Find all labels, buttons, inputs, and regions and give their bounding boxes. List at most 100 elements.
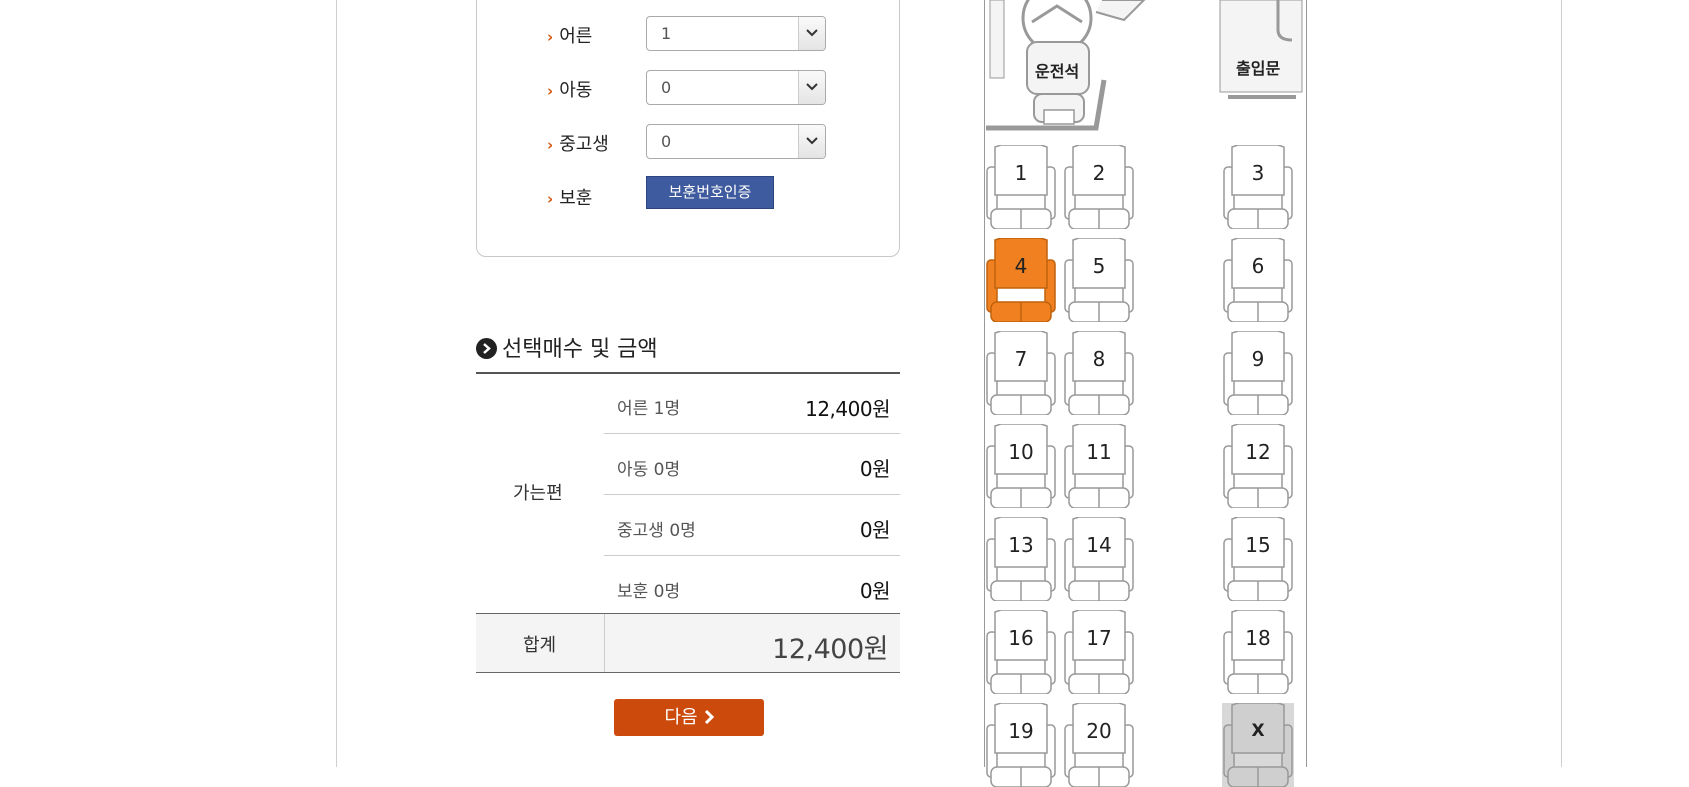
seat-number: 13 xyxy=(1008,533,1034,557)
door-icon xyxy=(1219,0,1303,99)
row-divider xyxy=(604,433,900,434)
seat-number: 17 xyxy=(1086,626,1112,650)
seat-14[interactable]: 14 xyxy=(1063,517,1135,601)
seat-2[interactable]: 2 xyxy=(1063,145,1135,229)
seat-number: 15 xyxy=(1245,533,1271,557)
fare-row-name: 중고생 0명 xyxy=(617,521,696,541)
seat-icon xyxy=(1064,610,1134,694)
chevron-right-icon xyxy=(704,709,714,725)
seat-icon xyxy=(986,517,1056,601)
next-button-label: 다음 xyxy=(664,707,698,728)
seat-number: 14 xyxy=(1086,533,1112,557)
seat-20[interactable]: 20 xyxy=(1063,703,1135,787)
seat-10[interactable]: 10 xyxy=(985,424,1057,508)
fare-row-name: 어른 1명 xyxy=(617,399,681,419)
fare-row-amount: 0원 xyxy=(859,518,891,542)
seat-number: 3 xyxy=(1251,161,1265,185)
seat-icon xyxy=(1223,517,1293,601)
seat-icon xyxy=(1223,424,1293,508)
seat-12[interactable]: 12 xyxy=(1222,424,1294,508)
adult-count-select[interactable]: 1 xyxy=(646,16,826,51)
seat-5[interactable]: 5 xyxy=(1063,238,1135,322)
adult-label: › 어른 xyxy=(547,26,593,47)
child-count-value: 0 xyxy=(661,78,672,97)
student-count-value: 0 xyxy=(661,132,672,151)
seat-16[interactable]: 16 xyxy=(985,610,1057,694)
seat-3[interactable]: 3 xyxy=(1222,145,1294,229)
fare-row-amount: 0원 xyxy=(859,579,891,603)
seat-8[interactable]: 8 xyxy=(1063,331,1135,415)
seat-icon xyxy=(986,610,1056,694)
seat-number: 11 xyxy=(1086,440,1112,464)
seat-icon xyxy=(1223,145,1293,229)
seat-number: 18 xyxy=(1245,626,1271,650)
seat-icon xyxy=(986,331,1056,415)
chevron-down-icon[interactable] xyxy=(798,71,825,104)
page-right-border xyxy=(1561,0,1562,767)
fare-row-name: 아동 0명 xyxy=(617,460,681,480)
row-divider xyxy=(604,555,900,556)
fare-row-amount: 12,400원 xyxy=(805,397,890,421)
seat-9[interactable]: 9 xyxy=(1222,331,1294,415)
seat-number: 4 xyxy=(1014,254,1028,278)
direction-label: 가는편 xyxy=(513,483,563,504)
seat-number: 10 xyxy=(1008,440,1034,464)
seat-number: 8 xyxy=(1092,347,1106,371)
veteran-label: › 보훈 xyxy=(547,188,593,209)
seat-number: 12 xyxy=(1245,440,1271,464)
seat-unavailable: X xyxy=(1222,703,1294,787)
seat-19[interactable]: 19 xyxy=(985,703,1057,787)
total-bottom-rule xyxy=(476,672,900,673)
seat-number: 2 xyxy=(1092,161,1106,185)
seat-7[interactable]: 7 xyxy=(985,331,1057,415)
chevron-down-icon[interactable] xyxy=(798,17,825,50)
seat-number: 1 xyxy=(1014,161,1028,185)
next-button[interactable]: 다음 xyxy=(614,699,764,736)
chevron-down-icon[interactable] xyxy=(798,125,825,158)
seat-icon xyxy=(986,145,1056,229)
veteran-verify-button[interactable]: 보훈번호인증 xyxy=(646,176,774,209)
student-count-select[interactable]: 0 xyxy=(646,124,826,159)
total-label: 합계 xyxy=(523,635,557,656)
page-left-border xyxy=(336,0,337,767)
adult-count-value: 1 xyxy=(661,24,672,43)
seat-icon xyxy=(986,703,1056,787)
fare-row-name: 보훈 0명 xyxy=(617,582,681,602)
row-divider xyxy=(604,494,900,495)
total-amount: 12,400원 xyxy=(772,634,888,665)
seat-icon xyxy=(986,424,1056,508)
student-label: › 중고생 xyxy=(547,134,609,155)
seat-icon xyxy=(986,238,1056,322)
seat-6[interactable]: 6 xyxy=(1222,238,1294,322)
seat-icon xyxy=(1064,331,1134,415)
seat-icon xyxy=(1222,703,1294,787)
seat-number: 19 xyxy=(1008,719,1034,743)
seat-13[interactable]: 13 xyxy=(985,517,1057,601)
section-title: 선택매수 및 금액 xyxy=(476,331,658,363)
seat-icon xyxy=(1064,424,1134,508)
seat-icon xyxy=(1064,238,1134,322)
seat-17[interactable]: 17 xyxy=(1063,610,1135,694)
child-label: › 아동 xyxy=(547,80,593,101)
fare-row-amount: 0원 xyxy=(859,457,891,481)
steering-wheel-icon xyxy=(986,0,1146,131)
seat-icon xyxy=(1064,145,1134,229)
seat-icon xyxy=(1223,610,1293,694)
seat-number: 6 xyxy=(1251,254,1265,278)
table-top-rule xyxy=(476,372,900,374)
seat-4[interactable]: 4 xyxy=(985,238,1057,322)
total-divider xyxy=(604,614,605,672)
seat-icon xyxy=(1064,703,1134,787)
child-count-select[interactable]: 0 xyxy=(646,70,826,105)
chevron-circle-icon xyxy=(476,338,497,359)
seat-15[interactable]: 15 xyxy=(1222,517,1294,601)
seat-icon xyxy=(1223,238,1293,322)
seat-number: 16 xyxy=(1008,626,1034,650)
seat-icon xyxy=(1064,517,1134,601)
seat-1[interactable]: 1 xyxy=(985,145,1057,229)
driver-seat-label: 운전석 xyxy=(1035,62,1080,81)
bus-right-wall xyxy=(1306,0,1307,767)
seat-number: 20 xyxy=(1086,719,1112,743)
seat-18[interactable]: 18 xyxy=(1222,610,1294,694)
seat-11[interactable]: 11 xyxy=(1063,424,1135,508)
